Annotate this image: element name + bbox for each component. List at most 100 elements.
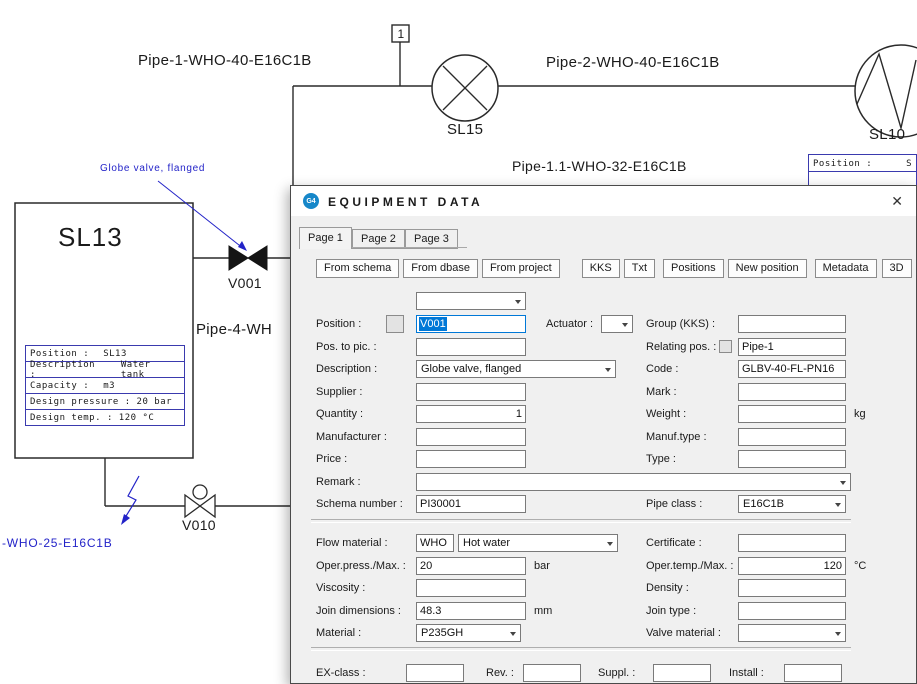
valve2-tag-label: V010 xyxy=(182,517,216,533)
globe-valve-v010-symbol[interactable] xyxy=(185,485,215,517)
weight-input[interactable] xyxy=(738,405,846,423)
actuator-combobox[interactable] xyxy=(601,315,633,333)
oper-temp-unit: °C xyxy=(854,557,866,575)
oper-temp-input[interactable] xyxy=(738,557,846,575)
position-picker-button[interactable] xyxy=(386,315,404,333)
material-combobox-value: P235GH xyxy=(421,625,506,641)
chevron-down-icon xyxy=(510,632,516,639)
suppl-input[interactable] xyxy=(653,664,711,682)
dialog-titlebar[interactable]: G4 EQUIPMENT DATA ✕ xyxy=(291,186,916,216)
code-input[interactable] xyxy=(738,360,846,378)
txt-button[interactable]: Txt xyxy=(624,259,655,278)
metadata-button[interactable]: Metadata xyxy=(815,259,877,278)
quantity-input[interactable] xyxy=(416,405,526,423)
quantity-label: Quantity : xyxy=(316,405,363,423)
manuf-type-label: Manuf.type : xyxy=(646,428,707,446)
join-type-label: Join type : xyxy=(646,602,696,620)
viscosity-input[interactable] xyxy=(416,579,526,597)
oper-press-label: Oper.press./Max. : xyxy=(316,557,406,575)
type-input[interactable] xyxy=(738,450,846,468)
oper-press-input[interactable] xyxy=(416,557,526,575)
pipe11-label: Pipe-1.1-WHO-32-E16C1B xyxy=(512,158,687,174)
schema-number-input[interactable] xyxy=(416,495,526,513)
remark-label: Remark : xyxy=(316,473,361,491)
price-input[interactable] xyxy=(416,450,526,468)
join-dimensions-input[interactable] xyxy=(416,602,526,620)
viscosity-label: Viscosity : xyxy=(316,579,365,597)
tank-info-label: Capacity : xyxy=(30,381,89,391)
manuf-type-input[interactable] xyxy=(738,428,846,446)
dialog-toolbar: From schema From dbase From project KKS … xyxy=(316,259,912,278)
actuator-label: Actuator : xyxy=(546,315,593,333)
valve-material-label: Valve material : xyxy=(646,624,721,642)
app-logo-icon: G4 xyxy=(303,193,319,209)
chevron-down-icon xyxy=(835,503,841,510)
join-dimensions-label: Join dimensions : xyxy=(316,602,401,620)
valve1-tag-label: V001 xyxy=(228,275,262,291)
install-input[interactable] xyxy=(784,664,842,682)
description-combobox-value: Globe valve, flanged xyxy=(421,361,601,377)
from-project-button[interactable]: From project xyxy=(482,259,560,278)
positions-button[interactable]: Positions xyxy=(663,259,724,278)
new-position-button[interactable]: New position xyxy=(728,259,807,278)
flow-material-code-input[interactable] xyxy=(416,534,454,552)
ex-class-input[interactable] xyxy=(406,664,464,682)
from-dbase-button[interactable]: From dbase xyxy=(403,259,478,278)
manufacturer-input[interactable] xyxy=(416,428,526,446)
weight-unit: kg xyxy=(854,405,866,423)
flow-material-label: Flow material : xyxy=(316,534,388,552)
position-input[interactable]: V001 xyxy=(416,315,526,333)
pid-application-window: 1 Pipe-1-WHO-40-E16C1B Pipe-2-WHO-40-E16… xyxy=(0,0,917,684)
manufacturer-label: Manufacturer : xyxy=(316,428,387,446)
flow-material-combobox-value: Hot water xyxy=(463,535,603,551)
tank-info-label: Position : xyxy=(30,349,89,359)
tab-page3[interactable]: Page 3 xyxy=(405,229,458,249)
join-dimensions-unit: mm xyxy=(534,602,552,620)
tank-info-box[interactable]: Position : SL13 Description : Water tank… xyxy=(25,345,185,426)
pipe1-label: Pipe-1-WHO-40-E16C1B xyxy=(138,52,312,69)
section-separator xyxy=(311,519,851,523)
relating-pos-label: Relating pos. : xyxy=(646,338,716,356)
material-combobox[interactable]: P235GH xyxy=(416,624,521,642)
rev-label: Rev. : xyxy=(486,664,514,682)
supplier-input[interactable] xyxy=(416,383,526,401)
heat-exchanger-symbol-sl10[interactable] xyxy=(855,45,917,137)
from-schema-button[interactable]: From schema xyxy=(316,259,399,278)
tank-info-value: SL13 xyxy=(103,349,127,359)
pipe-class-combobox[interactable]: E16C1B xyxy=(738,495,846,513)
oper-temp-label: Oper.temp./Max. : xyxy=(646,557,733,575)
globe-valve-v001-symbol[interactable] xyxy=(229,246,267,270)
kks-button[interactable]: KKS xyxy=(582,259,620,278)
right-info-label: Position : xyxy=(813,159,872,169)
header-combobox[interactable] xyxy=(416,292,526,310)
group-kks-input[interactable] xyxy=(738,315,846,333)
tab-page2[interactable]: Page 2 xyxy=(352,229,405,249)
3d-button[interactable]: 3D xyxy=(882,259,912,278)
close-icon[interactable]: ✕ xyxy=(891,193,903,209)
code-label: Code : xyxy=(646,360,678,378)
mark-label: Mark : xyxy=(646,383,677,401)
position-label: Position : xyxy=(316,315,361,333)
join-type-input[interactable] xyxy=(738,602,846,620)
chevron-down-icon xyxy=(605,368,611,375)
relating-pos-picker-button[interactable] xyxy=(719,340,732,353)
chevron-down-icon xyxy=(607,542,613,549)
tab-page1[interactable]: Page 1 xyxy=(299,227,352,249)
certificate-input[interactable] xyxy=(738,534,846,552)
relating-pos-input[interactable] xyxy=(738,338,846,356)
pos-to-pic-input[interactable] xyxy=(416,338,526,356)
density-label: Density : xyxy=(646,579,689,597)
rev-input[interactable] xyxy=(523,664,581,682)
remark-combobox[interactable] xyxy=(416,473,851,491)
pump-symbol-sl15[interactable] xyxy=(432,55,498,121)
equipment-data-dialog: G4 EQUIPMENT DATA ✕ Page 1 Page 2 Page 3… xyxy=(290,185,917,684)
right-info-value: S xyxy=(906,159,912,169)
chevron-down-icon xyxy=(622,323,628,330)
density-input[interactable] xyxy=(738,579,846,597)
material-label: Material : xyxy=(316,624,361,642)
valve-material-combobox[interactable] xyxy=(738,624,846,642)
description-combobox[interactable]: Globe valve, flanged xyxy=(416,360,616,378)
flow-material-combobox[interactable]: Hot water xyxy=(458,534,618,552)
group-kks-label: Group (KKS) : xyxy=(646,315,715,333)
mark-input[interactable] xyxy=(738,383,846,401)
